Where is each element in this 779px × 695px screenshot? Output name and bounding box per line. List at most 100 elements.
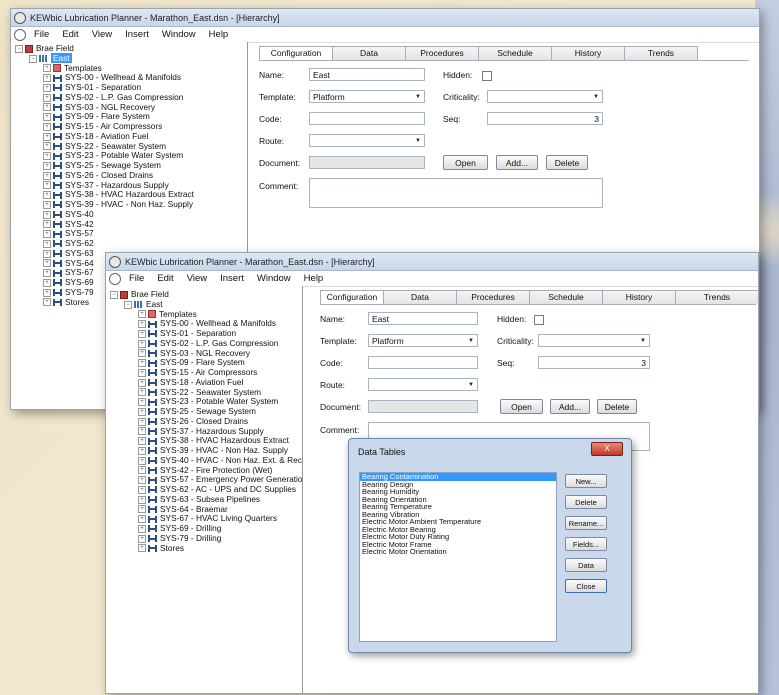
collapse-icon[interactable]: − — [15, 44, 23, 53]
tree-item[interactable]: + SYS-40 — [11, 209, 247, 220]
criticality-select[interactable] — [487, 90, 603, 104]
new-button[interactable]: New... — [565, 474, 607, 488]
data-table-item[interactable]: Electric Motor Orientation — [360, 548, 556, 556]
code-field[interactable] — [368, 356, 478, 369]
expand-icon[interactable]: + — [138, 417, 146, 426]
comment-field[interactable] — [309, 178, 603, 208]
expand-icon[interactable]: + — [138, 524, 146, 533]
tab-schedule[interactable]: Schedule — [478, 46, 552, 60]
document-field[interactable] — [309, 156, 425, 169]
tab-data[interactable]: Data — [332, 46, 406, 60]
seq-field[interactable]: 3 — [538, 356, 650, 369]
expand-icon[interactable]: + — [138, 544, 146, 553]
expand-icon[interactable]: + — [138, 310, 146, 319]
tab-trends[interactable]: Trends — [624, 46, 698, 60]
expand-icon[interactable]: + — [138, 495, 146, 504]
hidden-checkbox[interactable] — [534, 315, 544, 325]
data-button[interactable]: Data — [565, 558, 607, 572]
menu-file[interactable]: File — [129, 273, 144, 284]
expand-icon[interactable]: + — [43, 113, 51, 122]
expand-icon[interactable]: + — [43, 152, 51, 161]
expand-icon[interactable]: + — [43, 171, 51, 180]
route-select[interactable] — [368, 378, 478, 392]
rename-button[interactable]: Rename... — [565, 516, 607, 530]
expand-icon[interactable]: + — [138, 388, 146, 397]
app-menu-icon[interactable] — [14, 28, 26, 41]
expand-icon[interactable]: + — [138, 349, 146, 358]
expand-icon[interactable]: + — [43, 161, 51, 170]
expand-icon[interactable]: + — [43, 93, 51, 102]
expand-icon[interactable]: + — [43, 269, 51, 278]
expand-icon[interactable]: + — [43, 288, 51, 297]
tree-root[interactable]: − Brae Field — [106, 289, 302, 300]
expand-icon[interactable]: + — [43, 220, 51, 229]
collapse-icon[interactable]: − — [110, 290, 118, 299]
expand-icon[interactable]: + — [43, 83, 51, 92]
tab-history[interactable]: History — [551, 46, 625, 60]
tree-item[interactable]: + SYS-39 - HVAC - Non Haz. Supply — [11, 199, 247, 210]
expand-icon[interactable]: + — [138, 534, 146, 543]
collapse-icon[interactable]: − — [29, 54, 37, 63]
add-button[interactable]: Add... — [496, 155, 538, 170]
delete-button[interactable]: Delete — [546, 155, 588, 170]
tab-configuration[interactable]: Configuration — [259, 46, 333, 61]
expand-icon[interactable]: + — [138, 476, 146, 485]
expand-icon[interactable]: + — [138, 398, 146, 407]
add-button[interactable]: Add... — [550, 399, 590, 414]
menu-view[interactable]: View — [187, 273, 207, 284]
menu-edit[interactable]: Edit — [62, 29, 78, 40]
expand-icon[interactable]: + — [138, 339, 146, 348]
expand-icon[interactable]: + — [138, 446, 146, 455]
menu-window[interactable]: Window — [162, 29, 196, 40]
expand-icon[interactable]: + — [138, 437, 146, 446]
open-button[interactable]: Open — [500, 399, 543, 414]
tab-schedule[interactable]: Schedule — [529, 290, 603, 304]
criticality-select[interactable] — [538, 334, 650, 348]
tab-history[interactable]: History — [602, 290, 676, 304]
expand-icon[interactable]: + — [43, 191, 51, 200]
tab-procedures[interactable]: Procedures — [456, 290, 530, 304]
template-select[interactable]: Platform — [309, 90, 425, 104]
menu-view[interactable]: View — [92, 29, 112, 40]
expand-icon[interactable]: + — [43, 230, 51, 239]
data-tables-list[interactable]: Bearing Contamination Bearing Design Beari… — [359, 472, 557, 642]
open-button[interactable]: Open — [443, 155, 488, 170]
menu-edit[interactable]: Edit — [157, 273, 173, 284]
expand-icon[interactable]: + — [138, 407, 146, 416]
expand-icon[interactable]: + — [43, 210, 51, 219]
expand-icon[interactable]: + — [43, 64, 51, 73]
delete-table-button[interactable]: Delete — [565, 495, 607, 509]
code-field[interactable] — [309, 112, 425, 125]
tree-root[interactable]: − Brae Field — [11, 43, 247, 54]
route-select[interactable] — [309, 134, 425, 148]
document-field[interactable] — [368, 400, 478, 413]
menu-insert[interactable]: Insert — [125, 29, 149, 40]
collapse-icon[interactable]: − — [124, 300, 132, 309]
expand-icon[interactable]: + — [43, 103, 51, 112]
expand-icon[interactable]: + — [43, 278, 51, 287]
expand-icon[interactable]: + — [138, 378, 146, 387]
expand-icon[interactable]: + — [138, 485, 146, 494]
expand-icon[interactable]: + — [43, 142, 51, 151]
expand-icon[interactable]: + — [43, 200, 51, 209]
expand-icon[interactable]: + — [138, 329, 146, 338]
expand-icon[interactable]: + — [43, 74, 51, 83]
expand-icon[interactable]: + — [138, 359, 146, 368]
close-button[interactable]: Close — [565, 579, 607, 593]
app-menu-icon[interactable] — [109, 272, 121, 285]
name-field[interactable]: East — [309, 68, 425, 81]
menu-insert[interactable]: Insert — [220, 273, 244, 284]
menu-help[interactable]: Help — [304, 273, 324, 284]
expand-icon[interactable]: + — [43, 122, 51, 131]
tab-configuration[interactable]: Configuration — [320, 290, 384, 305]
expand-icon[interactable]: + — [43, 239, 51, 248]
expand-icon[interactable]: + — [43, 259, 51, 268]
tab-trends[interactable]: Trends — [675, 290, 758, 304]
expand-icon[interactable]: + — [138, 505, 146, 514]
tab-data[interactable]: Data — [383, 290, 457, 304]
template-select[interactable]: Platform — [368, 334, 478, 348]
tree-item[interactable]: + SYS-57 — [11, 228, 247, 239]
seq-field[interactable]: 3 — [487, 112, 603, 125]
delete-button[interactable]: Delete — [597, 399, 637, 414]
expand-icon[interactable]: + — [43, 249, 51, 258]
